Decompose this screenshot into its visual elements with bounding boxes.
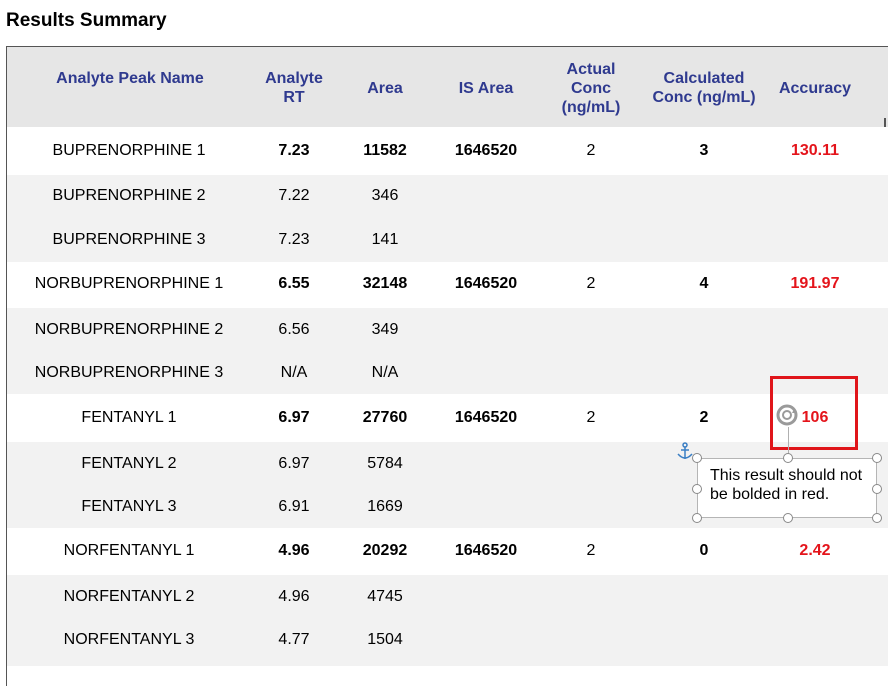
cell-name: BUPRENORPHINE 3 xyxy=(52,231,206,248)
cell-area: N/A xyxy=(371,364,399,381)
cell-calc: 3 xyxy=(699,142,709,159)
cell-rt: 7.23 xyxy=(278,142,310,159)
cell-rt: 4.96 xyxy=(278,588,310,605)
cell-area: 349 xyxy=(371,321,399,338)
cell-actual: 2 xyxy=(586,142,596,159)
cell-is-area: 1646520 xyxy=(454,542,518,559)
cell-area: 4745 xyxy=(367,588,403,605)
cell-rt: 4.77 xyxy=(278,631,310,648)
cell-name: NORFENTANYL 1 xyxy=(63,542,195,559)
cell-actual: 2 xyxy=(586,542,596,559)
resize-handle-right[interactable] xyxy=(872,484,882,494)
cell-rt: N/A xyxy=(280,364,308,381)
col-header-accuracy[interactable]: Accuracy xyxy=(765,62,865,114)
resize-handle-top-right[interactable] xyxy=(872,453,882,463)
cell-rt: 4.96 xyxy=(278,542,310,559)
cell-accuracy: 2.42 xyxy=(799,542,831,559)
cell-rt: 7.23 xyxy=(278,231,310,248)
cell-name: NORBUPRENORPHINE 1 xyxy=(34,275,224,292)
resize-handle-top[interactable] xyxy=(783,453,793,463)
cell-name: BUPRENORPHINE 1 xyxy=(52,142,206,159)
resize-handle-top-left[interactable] xyxy=(692,453,702,463)
col-header-analyte-rt[interactable]: Analyte RT xyxy=(254,62,334,114)
cell-name: NORFENTANYL 3 xyxy=(63,631,195,648)
cell-is-area: 1646520 xyxy=(454,409,518,426)
cell-accuracy: 191.97 xyxy=(790,275,840,292)
cell-name: FENTANYL 1 xyxy=(81,409,177,426)
cell-area: 1669 xyxy=(367,498,403,515)
cell-name: NORFENTANYL 2 xyxy=(63,588,195,605)
col-header-calculated-conc[interactable]: Calculated Conc (ng/mL) xyxy=(649,60,759,116)
cell-area: 346 xyxy=(371,187,399,204)
cell-area: 5784 xyxy=(367,455,403,472)
cell-rt: 7.22 xyxy=(278,187,310,204)
cell-calc: 0 xyxy=(699,542,709,559)
resize-handle-left[interactable] xyxy=(692,484,702,494)
page-title: Results Summary xyxy=(6,10,167,31)
rotate-handle-icon[interactable] xyxy=(775,403,799,427)
cell-name: FENTANYL 3 xyxy=(81,498,177,515)
resize-handle-bottom[interactable] xyxy=(783,513,793,523)
cell-name: FENTANYL 2 xyxy=(81,455,177,472)
cell-area: 27760 xyxy=(362,409,408,426)
cell-area: 32148 xyxy=(362,275,408,292)
cell-rt: 6.56 xyxy=(278,321,310,338)
cell-actual: 2 xyxy=(586,409,596,426)
cell-is-area: 1646520 xyxy=(454,142,518,159)
cell-rt: 6.91 xyxy=(278,498,310,515)
cell-name: NORBUPRENORPHINE 2 xyxy=(34,321,224,338)
cell-rt: 6.97 xyxy=(278,409,310,426)
cell-rt: 6.97 xyxy=(278,455,310,472)
cell-is-area: 1646520 xyxy=(454,275,518,292)
col-header-analyte-peak-name[interactable]: Analyte Peak Name xyxy=(30,62,230,94)
cell-rt: 6.55 xyxy=(278,275,310,292)
cell-area: 20292 xyxy=(362,542,408,559)
resize-handle-bottom-left[interactable] xyxy=(692,513,702,523)
col-header-area[interactable]: Area xyxy=(345,62,425,114)
cell-calc: 4 xyxy=(699,275,709,292)
cell-name: BUPRENORPHINE 2 xyxy=(52,187,206,204)
cell-name: NORBUPRENORPHINE 3 xyxy=(34,364,224,381)
cell-accuracy: 130.11 xyxy=(790,142,840,159)
cell-actual: 2 xyxy=(586,275,596,292)
col-header-is-area[interactable]: IS Area xyxy=(436,62,536,114)
cell-area: 141 xyxy=(371,231,399,248)
resize-handle-bottom-right[interactable] xyxy=(872,513,882,523)
cell-area: 11582 xyxy=(363,142,407,159)
annotation-text: This result should not be bolded in red. xyxy=(710,467,863,503)
cell-calc: 2 xyxy=(699,409,709,426)
cell-area: 1504 xyxy=(367,631,403,648)
col-header-actual-conc[interactable]: Actual Conc (ng/mL) xyxy=(551,60,631,116)
